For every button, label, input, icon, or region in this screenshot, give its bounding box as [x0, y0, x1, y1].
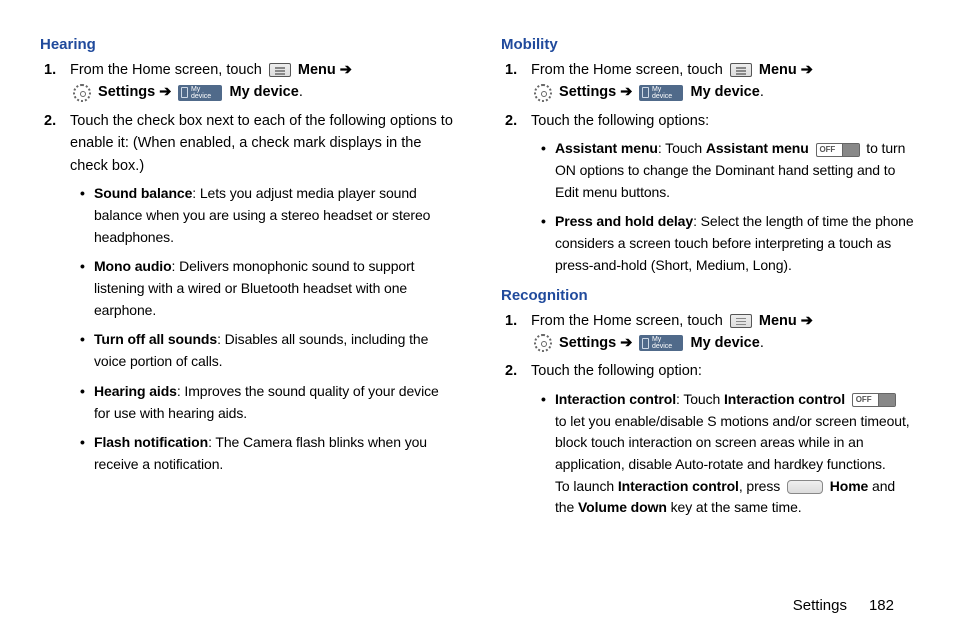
my-device-icon: My device	[178, 85, 222, 101]
menu-label: Menu	[759, 62, 797, 78]
home-button-icon	[787, 480, 823, 494]
text: From the Home screen, touch	[70, 62, 262, 78]
settings-label: Settings	[559, 335, 616, 351]
arrow-icon: ➔	[340, 62, 352, 78]
hearing-step-2: 2. Touch the check box next to each of t…	[70, 110, 453, 476]
my-device-label: My device	[690, 335, 759, 351]
left-column: Hearing 1. From the Home screen, touch M…	[40, 36, 453, 527]
mobility-step-1: 1. From the Home screen, touch Menu ➔ Se…	[531, 59, 914, 104]
two-column-layout: Hearing 1. From the Home screen, touch M…	[40, 36, 914, 527]
my-device-label: My device	[690, 84, 759, 100]
recognition-step-2: 2. Touch the following option: Interacti…	[531, 360, 914, 519]
off-toggle-icon: OFF	[816, 143, 860, 157]
bullet-hearing-aids: Hearing aids: Improves the sound quality…	[80, 381, 453, 424]
page-footer: Settings 182	[793, 597, 894, 614]
recognition-heading: Recognition	[501, 287, 914, 304]
bullet-assistant-menu: Assistant menu: Touch Assistant menu OFF…	[541, 138, 914, 203]
settings-label: Settings	[98, 84, 155, 100]
bullet-press-hold-delay: Press and hold delay: Select the length …	[541, 211, 914, 276]
gear-icon	[534, 334, 552, 352]
menu-icon	[730, 314, 752, 328]
menu-icon	[730, 63, 752, 77]
text: Touch the following option:	[531, 363, 702, 379]
menu-label: Menu	[298, 62, 336, 78]
text: From the Home screen, touch	[531, 62, 723, 78]
settings-label: Settings	[559, 84, 616, 100]
footer-section: Settings	[793, 597, 847, 614]
arrow-icon: ➔	[801, 313, 813, 329]
arrow-icon: ➔	[801, 62, 813, 78]
recognition-step-1: 1. From the Home screen, touch Menu ➔ Se…	[531, 310, 914, 355]
text: From the Home screen, touch	[531, 313, 723, 329]
bullet-flash-notification: Flash notification: The Camera flash bli…	[80, 432, 453, 475]
arrow-icon: ➔	[159, 84, 171, 100]
gear-icon	[73, 84, 91, 102]
hearing-heading: Hearing	[40, 36, 453, 53]
hearing-step-1: 1. From the Home screen, touch Menu ➔ Se…	[70, 59, 453, 104]
arrow-icon: ➔	[620, 84, 632, 100]
gear-icon	[534, 84, 552, 102]
right-column: Mobility 1. From the Home screen, touch …	[501, 36, 914, 527]
menu-label: Menu	[759, 313, 797, 329]
bullet-interaction-control: Interaction control: Touch Interaction c…	[541, 389, 914, 519]
mobility-step-2: 2. Touch the following options: Assistan…	[531, 110, 914, 277]
my-device-icon: My device	[639, 85, 683, 101]
bullet-sound-balance: Sound balance: Lets you adjust media pla…	[80, 183, 453, 248]
mobility-heading: Mobility	[501, 36, 914, 53]
my-device-label: My device	[229, 84, 298, 100]
my-device-icon: My device	[639, 335, 683, 351]
menu-icon	[269, 63, 291, 77]
bullet-mono-audio: Mono audio: Delivers monophonic sound to…	[80, 256, 453, 321]
bullet-turn-off-sounds: Turn off all sounds: Disables all sounds…	[80, 329, 453, 372]
arrow-icon: ➔	[620, 335, 632, 351]
footer-page-number: 182	[869, 597, 894, 614]
text: Touch the check box next to each of the …	[70, 113, 453, 174]
text: Touch the following options:	[531, 113, 709, 129]
off-toggle-icon: OFF	[852, 393, 896, 407]
